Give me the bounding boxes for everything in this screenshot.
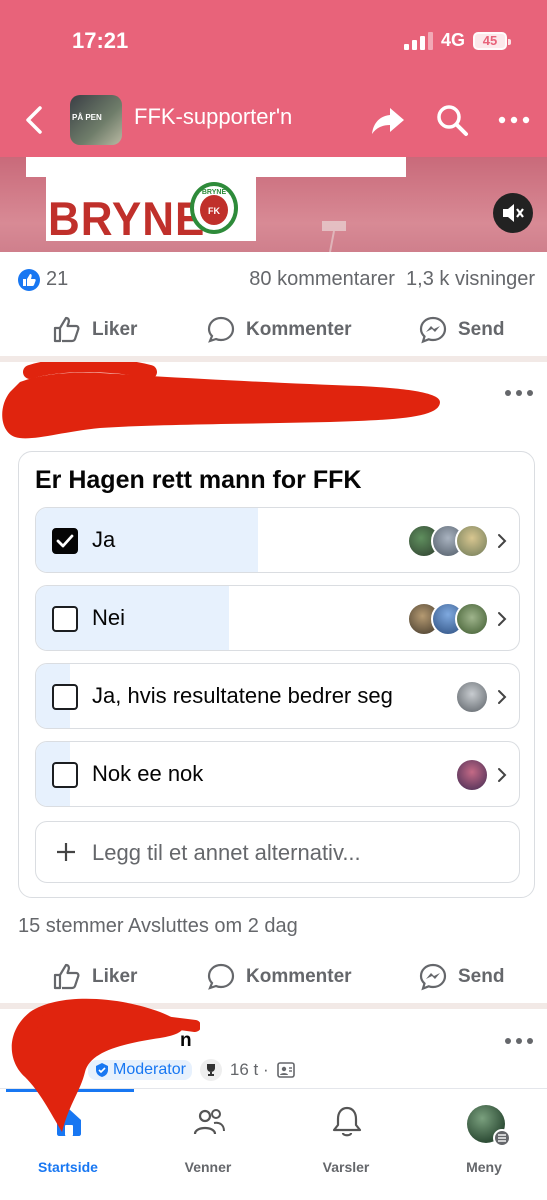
battery-icon: 45 — [473, 31, 511, 50]
poll-option-nei[interactable]: Nei — [35, 585, 520, 651]
video-preview[interactable]: BRYNE BRYNE FK — [0, 157, 547, 252]
comment-icon — [207, 963, 235, 990]
crest-sub: FK — [208, 206, 220, 216]
chevron-right-icon — [498, 534, 507, 548]
voter-avatars[interactable] — [455, 680, 489, 714]
post-actions: Liker Kommenter Send — [0, 305, 547, 355]
bryne-crest-logo: BRYNE FK — [190, 182, 238, 234]
messenger-icon — [419, 963, 447, 991]
group-avatar-text: PÅ PEN — [72, 113, 102, 122]
bell-icon — [332, 1106, 362, 1137]
comment-icon — [207, 316, 235, 343]
mute-button[interactable] — [493, 193, 533, 233]
voter-avatar — [455, 602, 489, 636]
battery-level: 45 — [482, 33, 498, 48]
video-banner-strip — [26, 157, 406, 177]
like-reaction-icon — [18, 269, 40, 291]
more-options-icon[interactable] — [494, 100, 534, 140]
tab-label: Venner — [184, 1159, 232, 1175]
voter-avatar — [455, 680, 489, 714]
crest-text: BRYNE — [202, 189, 227, 196]
signal-icon — [403, 31, 433, 50]
status-time: 17:21 — [72, 28, 129, 53]
like-label: Liker — [92, 319, 138, 340]
comments-views[interactable]: 80 kommentarer 1,3 k visninger — [249, 268, 535, 291]
poll-checkbox[interactable] — [52, 684, 78, 710]
tab-varsler[interactable]: Varsler — [286, 1101, 406, 1181]
post-stats: 21 80 kommentarer 1,3 k visninger — [0, 262, 547, 298]
voter-avatars[interactable] — [407, 602, 489, 636]
post-more-icon[interactable] — [505, 1038, 535, 1048]
trophy-icon — [199, 1059, 222, 1081]
comment-button[interactable]: Kommenter — [206, 952, 352, 1002]
voter-avatars[interactable] — [407, 524, 489, 558]
redaction-scribble — [11, 998, 200, 1132]
back-icon[interactable] — [20, 102, 48, 138]
send-button[interactable]: Send — [418, 952, 504, 1002]
post-more-icon[interactable] — [505, 390, 535, 400]
messenger-icon — [419, 316, 447, 344]
voter-avatar — [455, 758, 489, 792]
tab-label: Varsler — [322, 1159, 370, 1175]
send-button[interactable]: Send — [418, 305, 504, 355]
tab-label: Meny — [466, 1159, 502, 1175]
poll-checkbox[interactable] — [52, 762, 78, 788]
poll-option-nok[interactable]: Nok ee nok — [35, 741, 520, 807]
poll-meta: 15 stemmer Avsluttes om 2 dag — [18, 915, 298, 937]
share-icon[interactable] — [368, 100, 408, 140]
comment-label: Kommenter — [246, 319, 352, 340]
poll-option-ja-hvis[interactable]: Ja, hvis resultatene bedrer seg — [35, 663, 520, 729]
poll-question: Er Hagen rett mann for FFK — [35, 466, 362, 494]
poll-option-ja[interactable]: Ja — [35, 507, 520, 573]
poll-option-label: Ja — [92, 527, 116, 552]
bryne-sign: BRYNE BRYNE FK — [46, 177, 256, 246]
comment-label: Kommenter — [246, 966, 352, 987]
comment-button[interactable]: Kommenter — [206, 305, 352, 355]
thumbs-up-icon — [53, 316, 80, 343]
chevron-right-icon — [498, 690, 507, 704]
search-icon[interactable] — [432, 100, 472, 140]
send-label: Send — [458, 966, 505, 987]
poll-checkbox-checked[interactable] — [52, 528, 78, 554]
like-count[interactable]: 21 — [46, 268, 68, 291]
voter-avatars[interactable] — [455, 758, 489, 792]
tab-label: Startside — [38, 1159, 98, 1175]
add-option-label: Legg til et annet alternativ... — [92, 840, 361, 865]
poll-option-label: Ja, hvis resultatene bedrer seg — [92, 683, 393, 708]
group-audience-icon — [276, 1062, 295, 1078]
speaker-muted-icon — [503, 204, 524, 222]
like-button[interactable]: Liker — [52, 305, 137, 355]
view-count: 1,3 k visninger — [406, 268, 535, 290]
chevron-right-icon — [498, 768, 507, 782]
send-label: Send — [458, 319, 505, 340]
stadium-light-icon — [322, 221, 346, 252]
group-avatar[interactable]: PÅ PEN — [70, 95, 122, 145]
add-option-button[interactable]: Legg til et annet alternativ... — [35, 821, 520, 883]
like-label: Liker — [92, 966, 138, 987]
tab-meny[interactable]: Meny — [424, 1101, 544, 1181]
checkmark-icon — [56, 534, 74, 548]
thumbs-up-icon — [53, 963, 80, 990]
chevron-right-icon — [498, 612, 507, 626]
poll-option-label: Nei — [92, 605, 126, 630]
network-type: 4G — [440, 30, 465, 50]
comment-count[interactable]: 80 kommentarer — [249, 268, 395, 290]
post-time: 16 t · — [229, 1060, 269, 1079]
app-header: 17:21 4G 45 PÅ PEN FFK-supporter'n — [0, 0, 547, 157]
voter-avatar — [455, 524, 489, 558]
plus-icon — [57, 843, 75, 861]
redaction-scribble — [2, 362, 440, 439]
status-indicators: 4G 45 — [403, 30, 511, 51]
poll-checkbox[interactable] — [52, 606, 78, 632]
poll-card: Er Hagen rett mann for FFK Ja Nei Ja, hv… — [18, 451, 535, 898]
group-title[interactable]: FFK-supporter'n — [134, 104, 292, 130]
poll-option-label: Nok ee nok — [92, 761, 204, 786]
menu-hamburger-icon — [493, 1129, 511, 1147]
bryne-sign-text: BRYNE — [48, 193, 206, 246]
